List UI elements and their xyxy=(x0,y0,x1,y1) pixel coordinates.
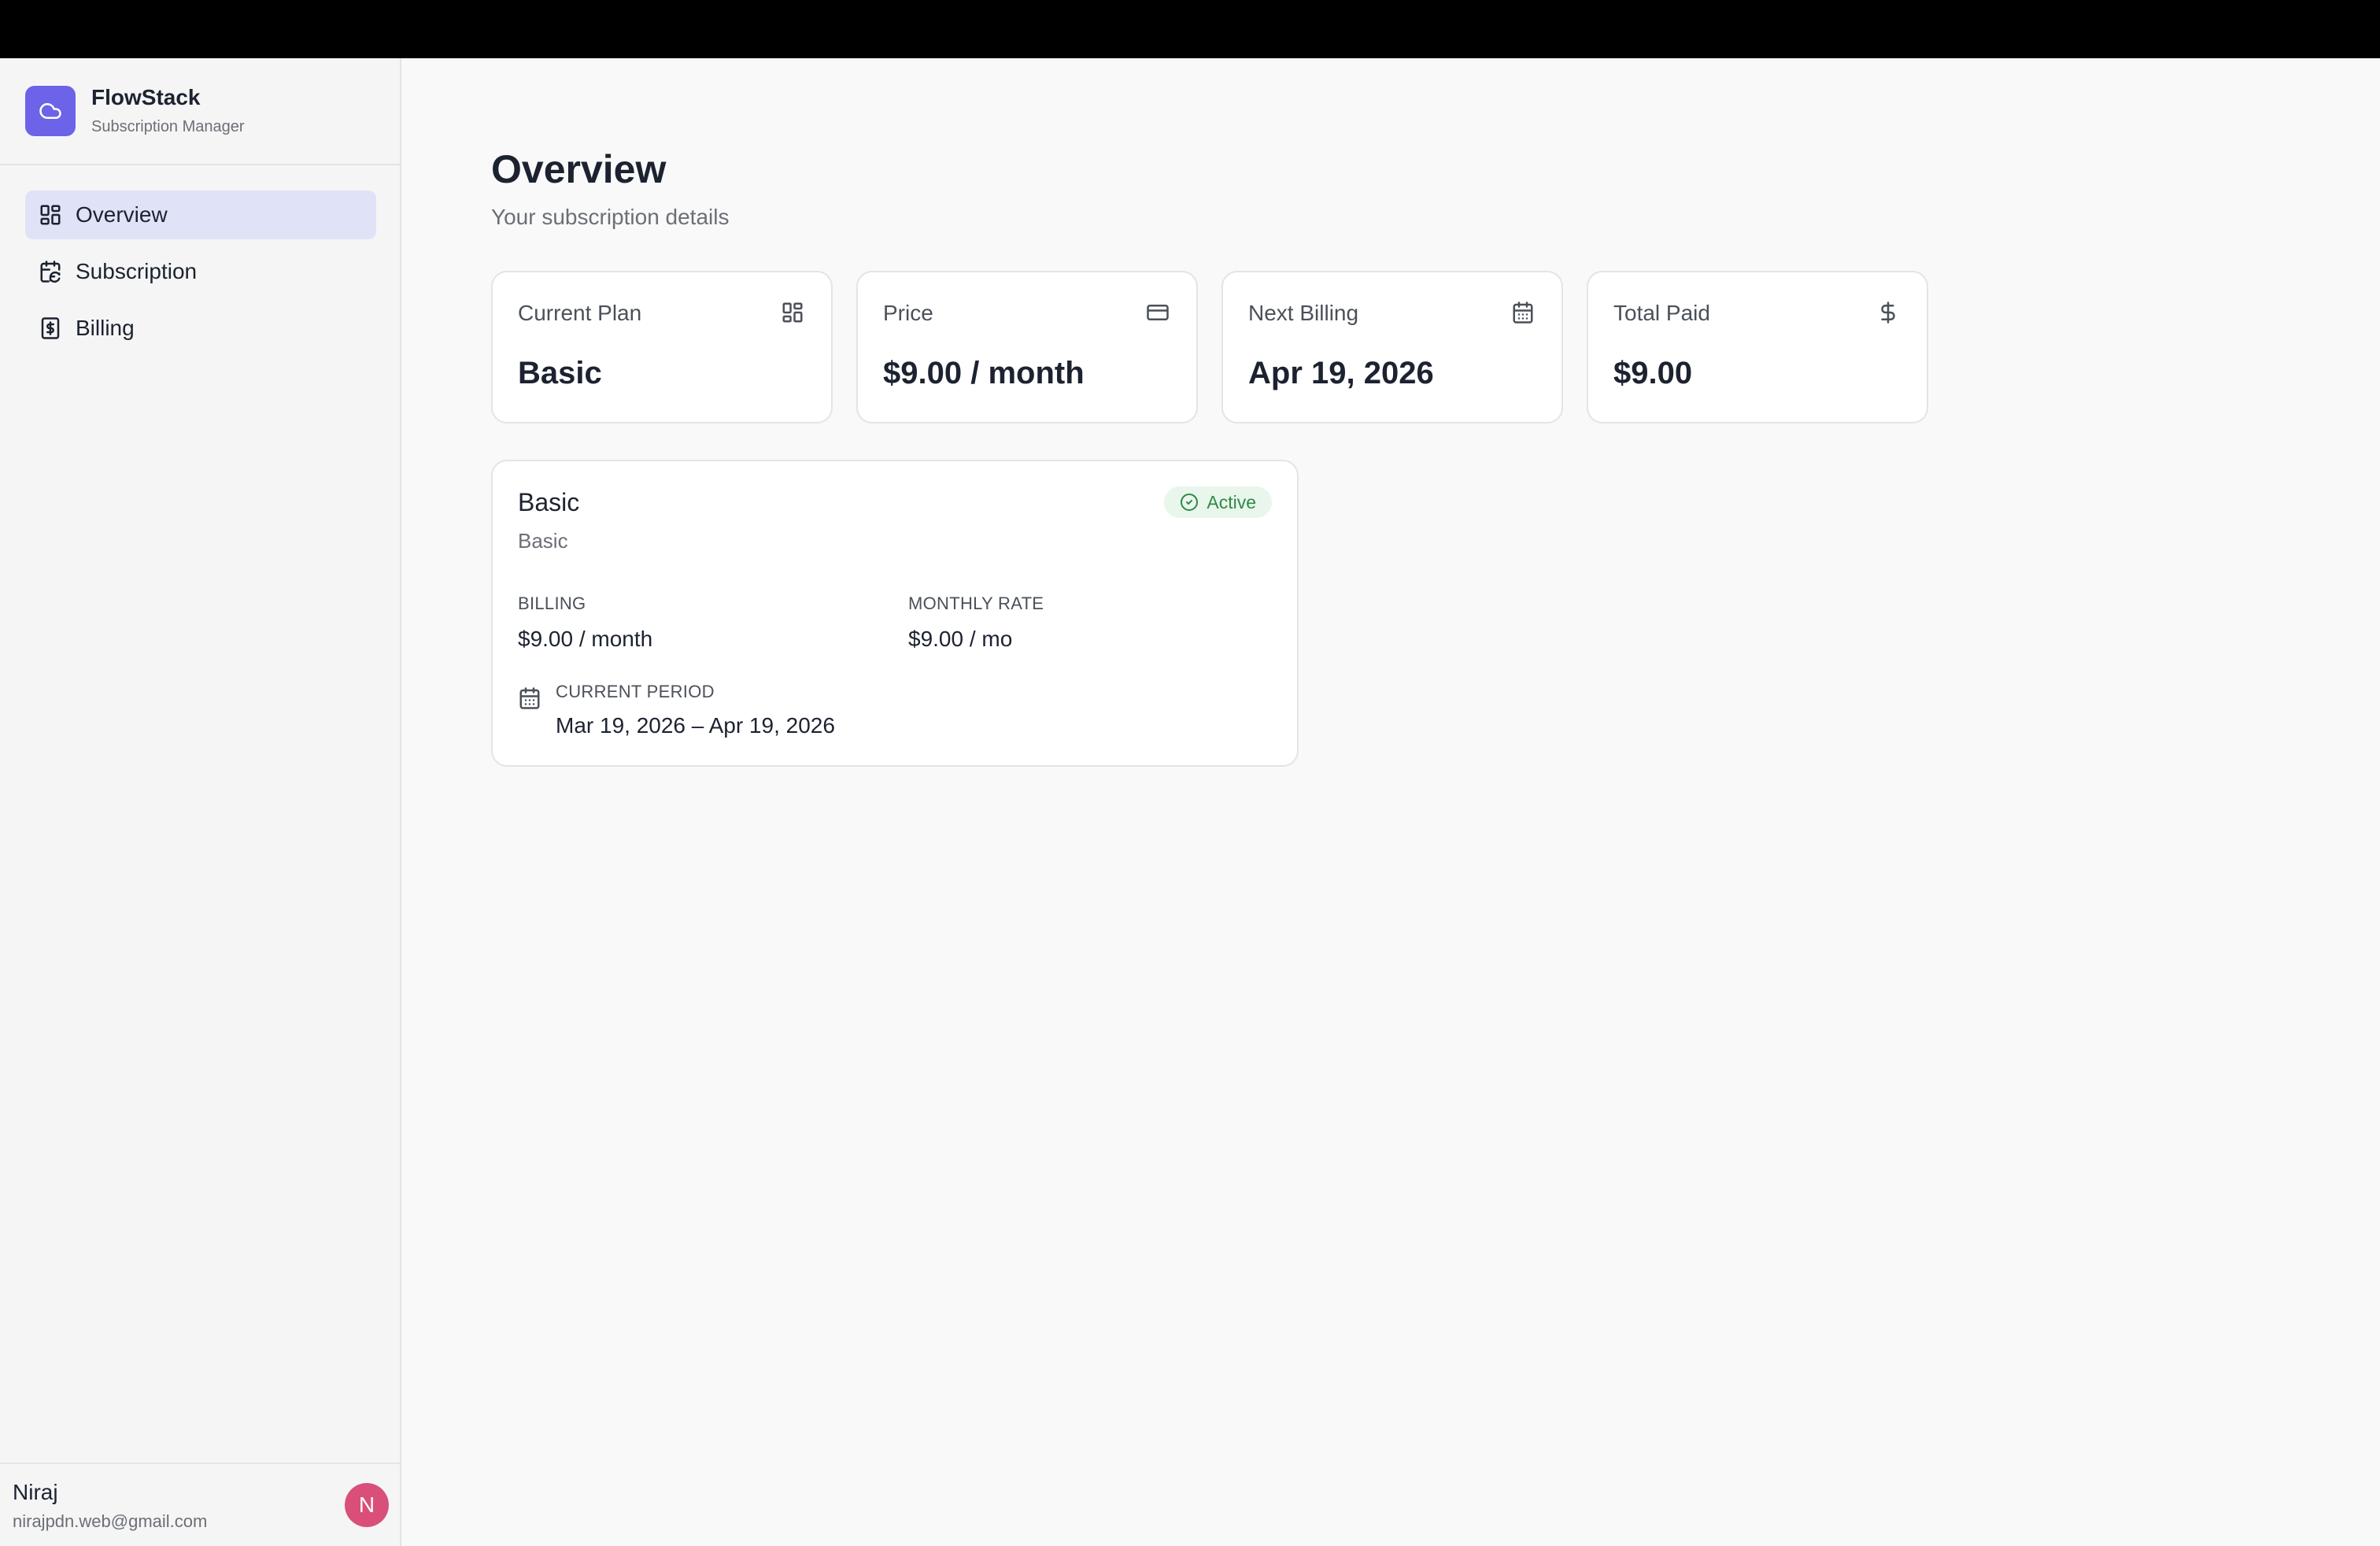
sidebar-nav: Overview Subscription Billing xyxy=(25,190,376,361)
page-subtitle: Your subscription details xyxy=(491,205,730,229)
brand-name: FlowStack xyxy=(91,85,201,109)
status-text: Active xyxy=(1207,491,1256,512)
calendar-icon xyxy=(1511,301,1536,326)
stat-label: Next Billing xyxy=(1248,301,1359,325)
sidebar-item-billing[interactable]: Billing xyxy=(25,304,376,353)
plan-title: Basic xyxy=(518,488,580,516)
check-circle-icon xyxy=(1180,493,1199,512)
stat-label: Current Plan xyxy=(518,301,642,325)
plan-card: Basic Basic Active BILLING $9.00 / month… xyxy=(491,460,1299,767)
sidebar-item-label: Overview xyxy=(76,202,168,227)
calendar-refresh-icon xyxy=(38,259,63,284)
sidebar-item-label: Billing xyxy=(76,316,135,340)
dollar-icon xyxy=(1876,301,1901,326)
current-period-label: CURRENT PERIOD xyxy=(556,682,715,701)
avatar[interactable]: N xyxy=(345,1483,389,1527)
stat-card-total-paid: Total Paid $9.00 xyxy=(1587,271,1928,423)
plan-subtitle: Basic xyxy=(518,529,568,553)
brand-header: FlowStack Subscription Manager xyxy=(0,58,400,165)
brand-subtitle: Subscription Manager xyxy=(91,118,245,135)
sidebar-item-label: Subscription xyxy=(76,259,198,283)
stat-card-current-plan: Current Plan Basic xyxy=(491,271,833,423)
user-profile[interactable]: Niraj nirajpdn.web@gmail.com N xyxy=(0,1463,400,1546)
sidebar-item-subscription[interactable]: Subscription xyxy=(25,247,376,296)
stat-value: $9.00 xyxy=(1613,356,1693,390)
calendar-icon xyxy=(518,686,543,712)
page-title: Overview xyxy=(491,147,667,191)
stat-card-price: Price $9.00 / month xyxy=(856,271,1198,423)
stat-label: Price xyxy=(883,301,933,325)
status-badge: Active xyxy=(1164,486,1272,518)
monthly-rate-value: $9.00 / mo xyxy=(908,627,1013,651)
stat-value: $9.00 / month xyxy=(883,356,1085,390)
monthly-rate-label: MONTHLY RATE xyxy=(908,594,1044,613)
billing-label: BILLING xyxy=(518,594,586,613)
billing-value: $9.00 / month xyxy=(518,627,653,651)
receipt-dollar-icon xyxy=(38,316,63,341)
sidebar: FlowStack Subscription Manager Overview xyxy=(0,58,401,1546)
cloud-icon xyxy=(25,86,76,136)
top-bar xyxy=(0,0,2380,58)
stat-value: Basic xyxy=(518,356,602,390)
current-period-value: Mar 19, 2026 – Apr 19, 2026 xyxy=(556,713,835,738)
dashboard-grid-icon xyxy=(781,301,806,326)
user-email: nirajpdn.web@gmail.com xyxy=(13,1511,208,1531)
sidebar-item-overview[interactable]: Overview xyxy=(25,190,376,239)
credit-card-icon xyxy=(1146,301,1171,326)
dashboard-grid-icon xyxy=(38,202,63,227)
stat-label: Total Paid xyxy=(1613,301,1710,325)
stat-card-next-billing: Next Billing Apr 19, 2026 xyxy=(1221,271,1563,423)
user-name: Niraj xyxy=(13,1480,58,1504)
stat-value: Apr 19, 2026 xyxy=(1248,356,1434,390)
main-content: Overview Your subscription details Curre… xyxy=(403,58,2380,1546)
